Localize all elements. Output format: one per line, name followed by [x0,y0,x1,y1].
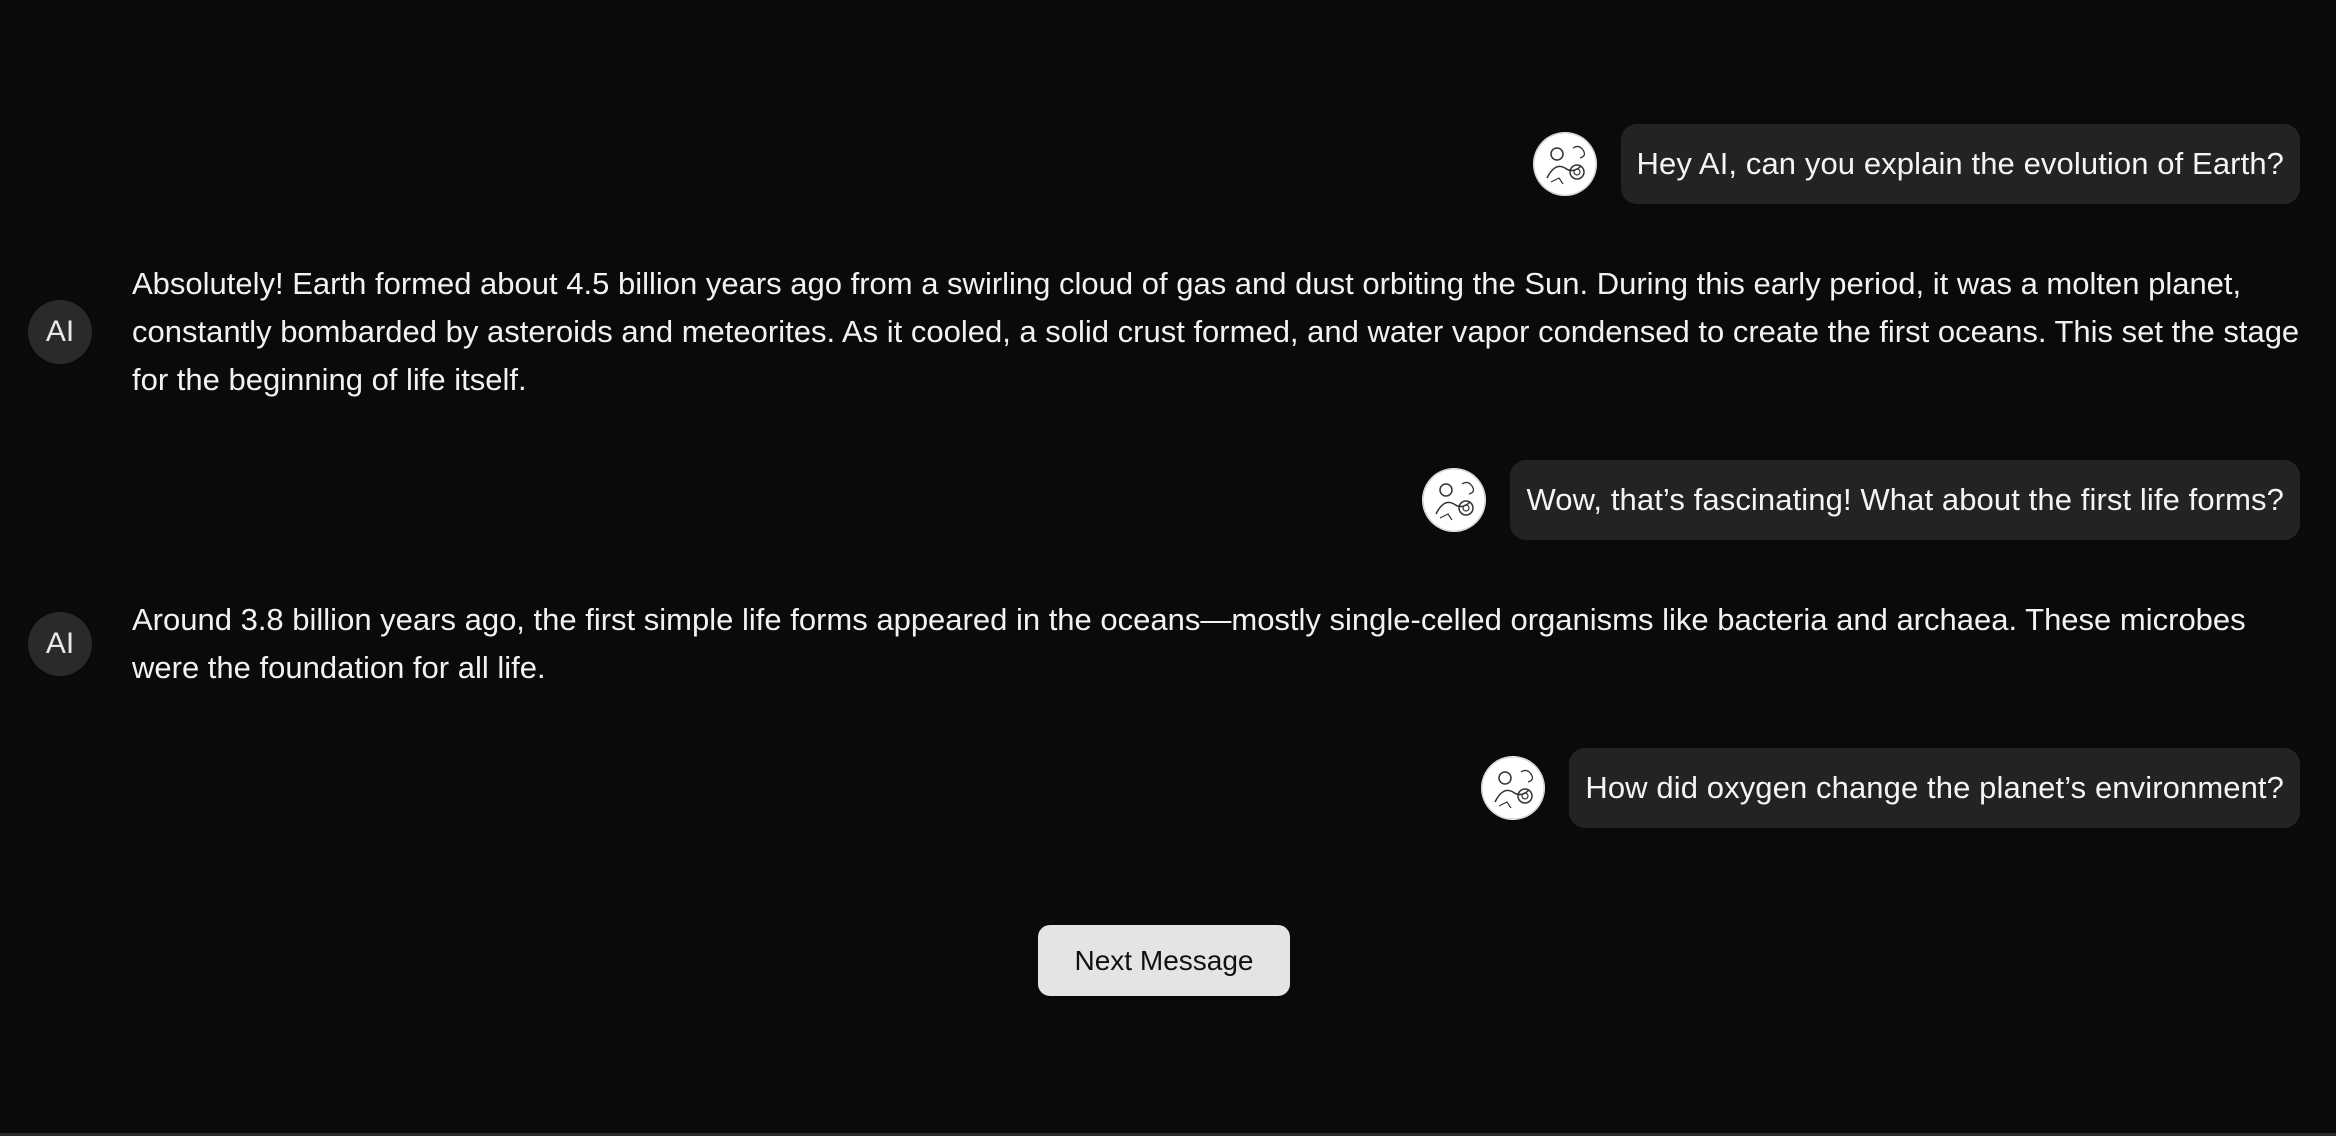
ai-message-row: AI Around 3.8 billion years ago, the fir… [28,596,2300,692]
user-message-bubble: Hey AI, can you explain the evolution of… [1620,124,2300,204]
next-message-button[interactable]: Next Message [1038,925,1290,996]
user-message-bubble: Wow, that’s fascinating! What about the … [1510,460,2300,540]
user-message-bubble: How did oxygen change the planet’s envir… [1569,748,2300,828]
user-message-row: Hey AI, can you explain the evolution of… [1532,124,2300,204]
ai-avatar: AI [28,300,92,364]
ai-avatar: AI [28,612,92,676]
user-avatar-icon [1532,132,1597,196]
ai-message-text: Around 3.8 billion years ago, the first … [132,602,2246,685]
user-avatar-icon [1481,756,1546,820]
ai-message-text: Absolutely! Earth formed about 4.5 billi… [132,266,2300,397]
chat-page: Hey AI, can you explain the evolution of… [0,0,2336,1136]
user-avatar-icon [1422,468,1487,532]
user-message-row: How did oxygen change the planet’s envir… [1481,748,2300,828]
ai-message-row: AI Absolutely! Earth formed about 4.5 bi… [28,260,2300,404]
user-message-row: Wow, that’s fascinating! What about the … [1422,460,2300,540]
